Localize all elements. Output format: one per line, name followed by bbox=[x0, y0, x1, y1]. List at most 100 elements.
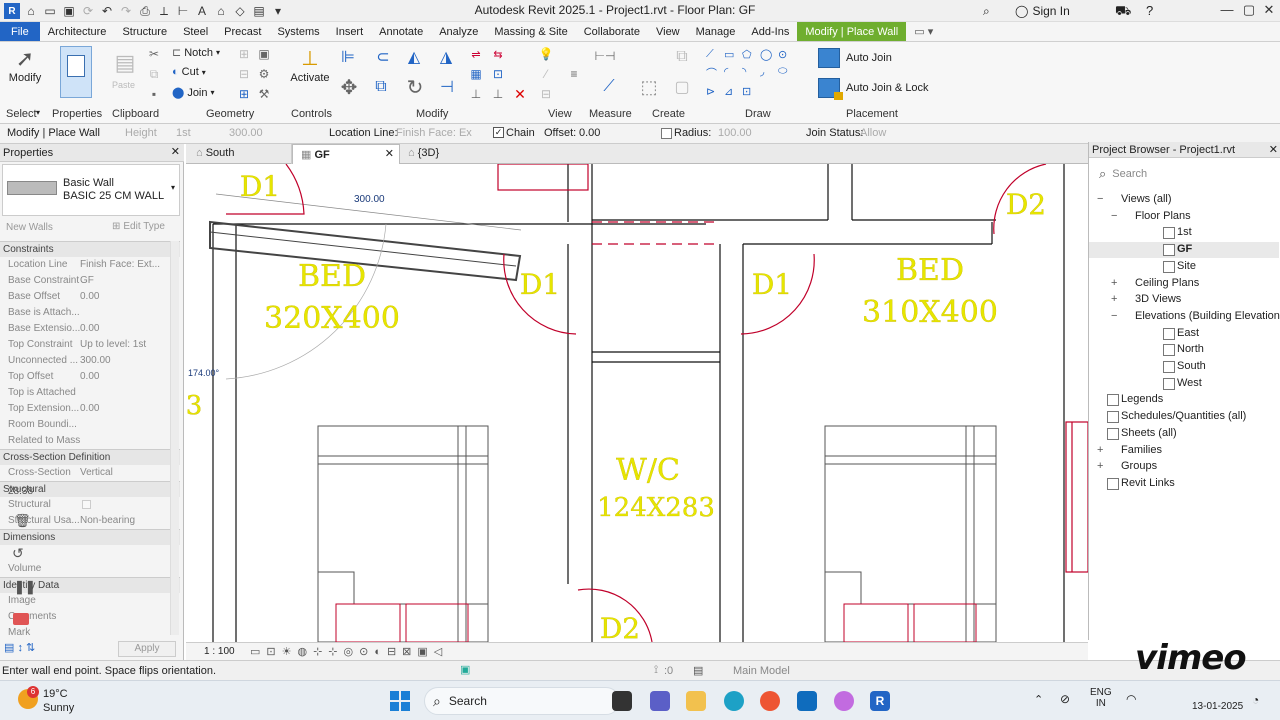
tray-chevron-icon[interactable]: ⌃ bbox=[1034, 693, 1043, 706]
chain-checkbox[interactable]: ✓ bbox=[493, 127, 504, 138]
notification-icon[interactable]: ◔ bbox=[1252, 693, 1259, 707]
help-icon[interactable]: ? bbox=[1146, 3, 1153, 18]
prop-row[interactable]: Cross-Section Vertical bbox=[0, 465, 180, 481]
new-walls-filter[interactable]: New Walls bbox=[6, 222, 53, 233]
browser-item[interactable]: − Views (all) bbox=[1089, 192, 1279, 208]
radius-checkbox[interactable] bbox=[661, 128, 672, 139]
pin-icon[interactable]: ⊥ bbox=[490, 86, 506, 102]
tab-collaborate[interactable]: Collaborate bbox=[576, 22, 648, 41]
prop-row[interactable]: Base is Attach... bbox=[0, 305, 180, 321]
expand-icon[interactable]: + bbox=[1111, 277, 1117, 289]
section-constraints[interactable]: Constraints bbox=[0, 241, 180, 257]
create-similar-icon[interactable]: ⧉ bbox=[670, 46, 694, 68]
type-selector[interactable]: Basic Wall BASIC 25 CM WALL ▾ bbox=[2, 164, 180, 216]
selection-icon[interactable]: ⟟ bbox=[654, 664, 658, 677]
prop-row[interactable]: Top Offset 0.00 bbox=[0, 369, 180, 385]
browser-item[interactable]: West bbox=[1089, 376, 1279, 392]
room-size[interactable]: 310X400 bbox=[862, 295, 998, 330]
worksets-icon[interactable]: ▣ bbox=[460, 663, 470, 676]
view-override-icon[interactable]: ⁄ bbox=[538, 66, 554, 82]
split-gap-icon[interactable]: ⇆ bbox=[490, 46, 506, 62]
expand-icon[interactable]: + bbox=[1097, 444, 1103, 456]
rectangle-icon[interactable]: ▭ bbox=[724, 48, 742, 61]
language-indicator[interactable]: ENG IN bbox=[1090, 687, 1112, 709]
terminal-icon[interactable] bbox=[612, 691, 632, 711]
notch-button[interactable]: ⊏ Notch ▾ bbox=[172, 46, 220, 60]
ellipse-icon[interactable]: ⬭ bbox=[778, 65, 796, 81]
create-part-icon[interactable]: ⬚ bbox=[636, 76, 662, 98]
cope-icon[interactable]: ⊞ bbox=[236, 86, 252, 102]
prop-row[interactable]: Top Extension... 0.00 bbox=[0, 401, 180, 417]
tab-south[interactable]: ⌂ South bbox=[188, 144, 292, 164]
hammer-icon[interactable]: ⚒ bbox=[256, 86, 272, 102]
prop-row[interactable]: Mark bbox=[0, 625, 180, 641]
browser-item[interactable]: Site bbox=[1089, 259, 1279, 275]
move-icon[interactable]: ✥ bbox=[338, 76, 360, 99]
activate-button[interactable]: ⊥ Activate bbox=[290, 46, 330, 84]
room-name[interactable]: W/C bbox=[616, 453, 680, 488]
copy-clip-icon[interactable]: ⧉ bbox=[146, 66, 162, 82]
binoculars-icon[interactable]: ⌕ bbox=[983, 4, 990, 19]
tab-annotate[interactable]: Annotate bbox=[371, 22, 431, 41]
prop-row[interactable]: Location Line Finish Face: Ext... bbox=[0, 257, 180, 273]
maximize-button[interactable]: ▢ bbox=[1240, 2, 1258, 20]
prop-row[interactable]: Related to Mass bbox=[0, 433, 180, 449]
browser-item[interactable]: Legends bbox=[1089, 392, 1279, 408]
expand-icon[interactable]: + bbox=[1111, 293, 1117, 305]
taskbar-date[interactable]: 13-01-2025 bbox=[1192, 701, 1243, 712]
copy-icon[interactable]: ⧉ bbox=[370, 76, 392, 98]
browser-item[interactable]: South bbox=[1089, 359, 1279, 375]
scrollbar[interactable] bbox=[170, 241, 179, 635]
drawing-canvas[interactable]: BED 320X400 BED 310X400 W/C 124X283 D1 D… bbox=[186, 164, 1088, 642]
tab-manage[interactable]: Manage bbox=[688, 22, 744, 41]
close-icon[interactable]: ✕ bbox=[171, 145, 180, 158]
tab-systems[interactable]: Systems bbox=[269, 22, 327, 41]
browser-item[interactable]: + Ceiling Plans bbox=[1089, 276, 1279, 292]
unpin-icon[interactable]: ⊥ bbox=[468, 86, 484, 102]
temp-dimension-angle[interactable]: 174.00° bbox=[188, 368, 220, 378]
edge-icon[interactable] bbox=[724, 691, 744, 711]
browser-item[interactable]: GF bbox=[1089, 242, 1279, 259]
join-button[interactable]: ⬤ Join ▾ bbox=[172, 86, 215, 100]
radius-field[interactable]: 100.00 bbox=[718, 127, 752, 139]
arc-center-icon[interactable]: ◜ bbox=[724, 65, 742, 81]
close-icon[interactable]: ✕ bbox=[1269, 143, 1278, 156]
network-icon[interactable]: ⊘ bbox=[1060, 692, 1070, 706]
align-icon[interactable]: ⊫ bbox=[338, 46, 358, 68]
prop-row[interactable]: Room Boundi... bbox=[0, 417, 180, 433]
tab-overflow[interactable]: ▭ ▾ bbox=[906, 22, 941, 41]
split-face-icon[interactable]: ▣ bbox=[256, 46, 272, 62]
view-control-icons[interactable]: ▭⊡☀◍⊹⊹◎⊙◐⊟⊠▣◁ bbox=[250, 645, 448, 658]
scale-icon[interactable]: ⊡ bbox=[490, 66, 506, 82]
room-name[interactable]: BED bbox=[896, 253, 964, 288]
wifi-icon[interactable]: ◠ bbox=[1126, 692, 1136, 706]
prop-row[interactable]: Top is Attached bbox=[0, 385, 180, 401]
taskbar-search[interactable]: ⌕ Search bbox=[424, 687, 620, 715]
tab-structure[interactable]: Structure bbox=[114, 22, 175, 41]
offset-icon[interactable]: ⊂ bbox=[370, 46, 396, 68]
prop-row[interactable]: Base Extensio... 0.00 bbox=[0, 321, 180, 337]
array-icon[interactable]: ▦ bbox=[468, 66, 484, 82]
chrome-icon[interactable] bbox=[760, 691, 780, 711]
tab-precast[interactable]: Precast bbox=[216, 22, 269, 41]
prop-row[interactable]: Structural bbox=[0, 497, 180, 513]
view-thin-lines-icon[interactable]: ≡ bbox=[566, 66, 582, 82]
wall-joins-icon[interactable]: ⊞ bbox=[236, 46, 252, 62]
record-icon[interactable] bbox=[13, 613, 29, 625]
line-icon[interactable]: ⟋ bbox=[706, 48, 724, 61]
collapse-icon[interactable]: − bbox=[1111, 210, 1117, 222]
copilot-icon[interactable] bbox=[834, 691, 854, 711]
arc-start-end-icon[interactable]: ⌒ bbox=[706, 65, 724, 81]
polygon-icon[interactable]: ⬠ bbox=[742, 48, 760, 61]
browser-item[interactable]: 1st bbox=[1089, 225, 1279, 241]
apply-button[interactable]: Apply bbox=[118, 641, 176, 657]
section-cross-section[interactable]: Cross-Section Definition bbox=[0, 449, 180, 465]
tab-view[interactable]: View bbox=[648, 22, 688, 41]
mirror-axis-icon[interactable]: ◭ bbox=[404, 46, 424, 68]
browser-item[interactable]: + Groups bbox=[1089, 459, 1279, 475]
close-button[interactable]: ✕ bbox=[1260, 2, 1278, 20]
offset-field[interactable]: 0.00 bbox=[579, 127, 600, 139]
tab-architecture[interactable]: Architecture bbox=[40, 22, 115, 41]
trash-icon[interactable]: 🗑 bbox=[14, 513, 31, 529]
cut-button[interactable]: ◐ Cut ▾ bbox=[172, 66, 206, 78]
